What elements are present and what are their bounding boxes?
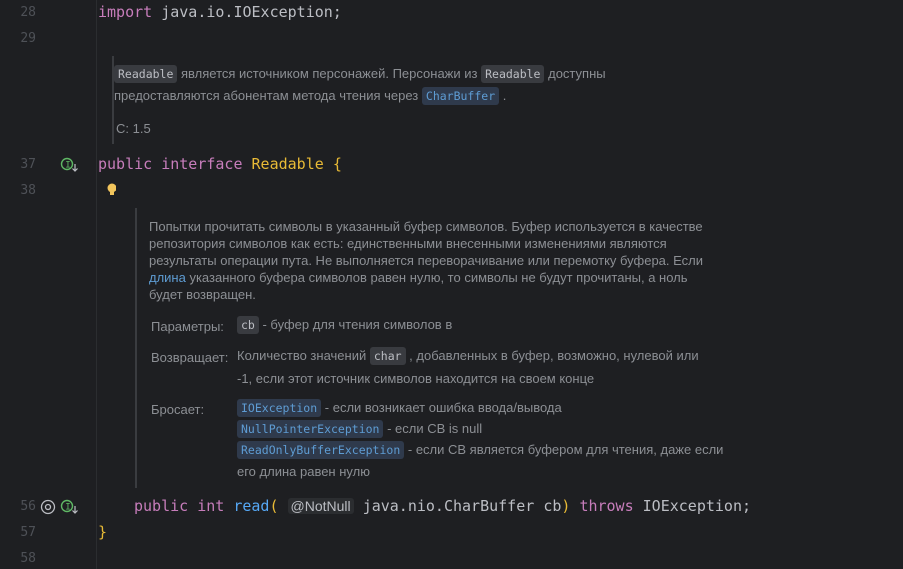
lightbulb-icon[interactable] [106, 182, 116, 196]
line-number: 58 [20, 551, 36, 566]
params-label: Параметры: [151, 319, 224, 334]
code-chip: Readable [114, 65, 178, 83]
readonlybufferexception-link[interactable]: ReadOnlyBufferException [237, 441, 405, 459]
gutter[interactable]: 28 29 37 38 56 57 58 I I [0, 0, 97, 569]
line-number: 57 [20, 525, 36, 540]
charbuffer-link[interactable]: CharBuffer [421, 87, 500, 105]
code-line-37[interactable]: public interface Readable { [98, 155, 342, 173]
line-number: 56 [20, 499, 36, 514]
code-line-57[interactable]: } [98, 523, 107, 541]
code-line-56[interactable]: public int read( @NotNull java.nio.CharB… [134, 497, 751, 515]
svg-text:I: I [65, 161, 70, 171]
implemented-icon[interactable]: I [60, 499, 80, 517]
doc-comment-readable: Readable является источником персонажей.… [112, 56, 894, 144]
line-number: 28 [20, 5, 36, 20]
nullpointerexception-link[interactable]: NullPointerException [237, 420, 384, 438]
implemented-icon[interactable]: I [60, 157, 80, 175]
since-label: С: 1.5 [116, 121, 151, 136]
code-chip: Readable [481, 65, 545, 83]
code-chip: char [369, 347, 406, 365]
returns-label: Возвращает: [151, 350, 229, 365]
line-number: 38 [20, 183, 36, 198]
length-link[interactable]: длина [149, 270, 186, 285]
at-sign-icon[interactable] [40, 499, 58, 517]
annotation-hint: @NotNull [287, 498, 354, 514]
line-number: 37 [20, 157, 36, 172]
ioexception-link[interactable]: IOException [237, 399, 322, 417]
code-line-28[interactable]: import java.io.IOException; [98, 3, 342, 21]
doc-comment-read: Попытки прочитать символы в указанный бу… [135, 208, 897, 488]
line-number: 29 [20, 31, 36, 46]
code-chip: cb [237, 316, 259, 334]
svg-text:I: I [65, 503, 70, 513]
code-editor[interactable]: 28 29 37 38 56 57 58 I I import java.io.… [0, 0, 903, 569]
throws-label: Бросает: [151, 402, 205, 417]
